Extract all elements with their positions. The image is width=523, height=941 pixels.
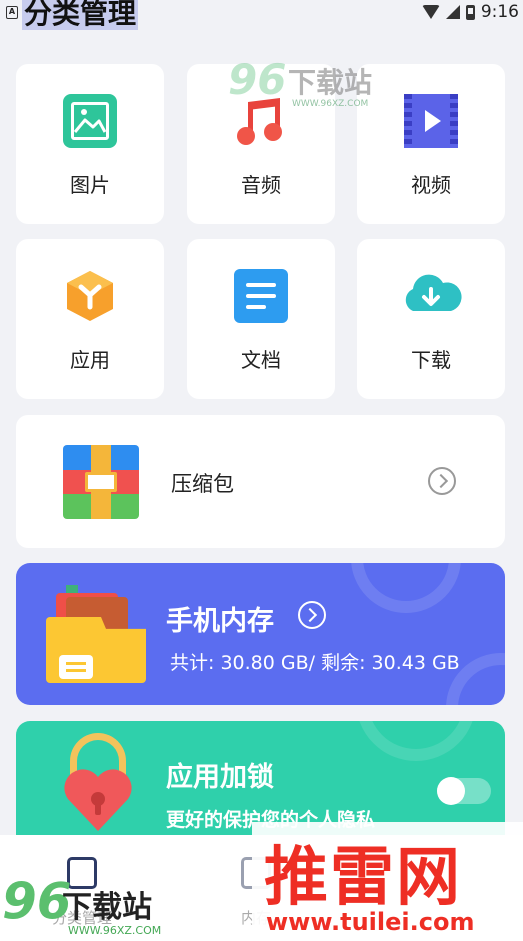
video-play-icon — [404, 94, 458, 148]
image-icon — [63, 94, 117, 148]
chevron-right-icon[interactable] — [428, 467, 456, 495]
app-lock-toggle[interactable] — [437, 777, 491, 805]
status-bar: A 分类管理 9:16 — [0, 0, 523, 34]
chevron-right-icon[interactable] — [298, 601, 326, 629]
watermark-bottom-right: 推雷网 www.tuilei.com — [252, 822, 523, 941]
toggle-knob — [437, 777, 465, 805]
category-label: 应用 — [70, 348, 110, 372]
signal-icon — [445, 5, 460, 19]
page-title: 分类管理 — [22, 0, 139, 30]
status-icons: 9:16 — [421, 2, 519, 22]
storage-info: 共计: 30.80 GB/ 剩余: 30.43 GB — [170, 652, 460, 674]
watermark-top: 96 下载站 WWW.96XZ.COM — [228, 55, 373, 109]
app-badge-icon: A — [6, 6, 18, 19]
watermark-bottom-left: 96 下载站 WWW.96XZ.COM — [2, 872, 162, 937]
archive-label: 压缩包 — [171, 472, 234, 496]
category-downloads[interactable]: 下载 — [357, 239, 505, 399]
category-label: 下载 — [411, 348, 451, 372]
zip-package-icon — [63, 445, 139, 519]
category-apps[interactable]: 应用 — [16, 239, 164, 399]
category-label: 图片 — [70, 173, 110, 197]
category-label: 文档 — [241, 348, 281, 372]
category-images[interactable]: 图片 — [16, 64, 164, 224]
storage-folder-icon — [46, 585, 146, 683]
phone-storage-card[interactable]: 手机内存 共计: 30.80 GB/ 剩余: 30.43 GB — [16, 563, 505, 705]
category-documents[interactable]: 文档 — [187, 239, 335, 399]
cloud-download-icon — [404, 269, 462, 323]
battery-icon — [465, 4, 475, 20]
document-icon — [234, 269, 288, 323]
wifi-icon — [421, 5, 440, 19]
app-lock-title: 应用加锁 — [166, 762, 274, 793]
category-archive[interactable]: 压缩包 — [16, 415, 505, 548]
category-label: 视频 — [411, 173, 451, 197]
category-label: 音频 — [241, 173, 281, 197]
storage-title: 手机内存 — [166, 606, 274, 637]
status-time: 9:16 — [480, 2, 519, 22]
app-cube-icon — [63, 269, 117, 323]
heart-lock-icon — [54, 733, 144, 843]
